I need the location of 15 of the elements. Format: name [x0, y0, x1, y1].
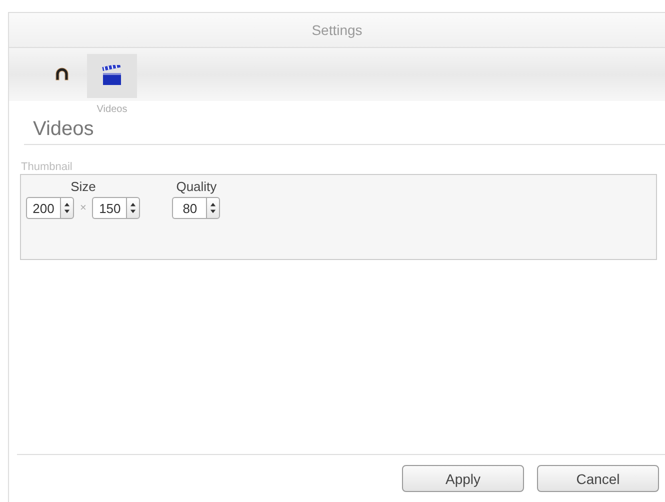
height-spinbox[interactable]: 150: [92, 197, 126, 219]
clapper-icon: [101, 65, 123, 85]
quality-spinbox[interactable]: 80: [172, 197, 206, 219]
times-sign: ×: [80, 202, 86, 214]
window-title: Settings: [312, 22, 362, 38]
spinner-arrows-icon[interactable]: [60, 197, 74, 219]
field-label: Quality: [176, 179, 217, 194]
dialog-button[interactable]: Apply: [402, 465, 524, 492]
spinner-arrows-icon[interactable]: [126, 197, 140, 219]
group-legend: Thumbnail: [21, 161, 665, 173]
section-heading: Videos: [33, 118, 94, 142]
spinner-arrows-icon[interactable]: [206, 197, 220, 219]
dialog-button[interactable]: Cancel: [537, 465, 659, 492]
width-spinbox[interactable]: 200: [26, 197, 60, 219]
field-label: Size: [70, 179, 96, 194]
